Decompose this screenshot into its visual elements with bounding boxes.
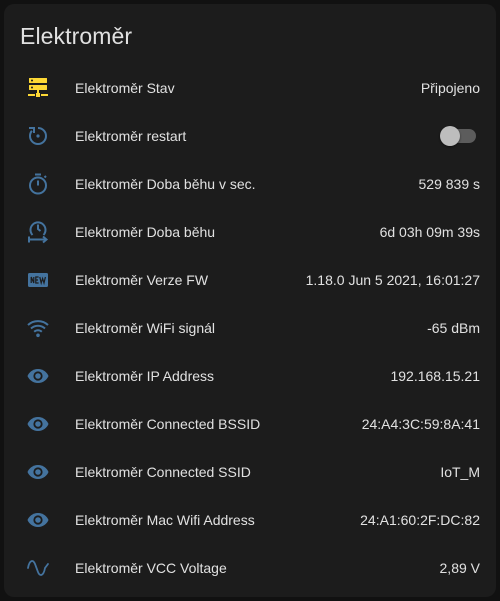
entity-state: IoT_M (440, 464, 480, 480)
entity-state: 1.18.0 Jun 5 2021, 16:01:27 (305, 272, 480, 288)
timer-icon (26, 172, 50, 196)
entity-row-restart[interactable]: Elektroměr restart (4, 112, 496, 160)
entity-row-stav[interactable]: Elektroměr Stav Připojeno (4, 64, 496, 112)
entity-label: Elektroměr Connected BSSID (75, 416, 261, 432)
entity-row-bssid[interactable]: Elektroměr Connected BSSID 24:A4:3C:59:8… (4, 400, 496, 448)
card-title: Elektroměr (20, 23, 133, 49)
entity-label: Elektroměr Connected SSID (75, 464, 251, 480)
entity-state: 2,89 V (439, 560, 480, 576)
entity-state: 24:A1:60:2F:DC:82 (360, 512, 480, 528)
entity-label: Elektroměr restart (75, 128, 187, 144)
entity-list: Elektroměr Stav Připojeno Elektroměr res… (4, 64, 496, 592)
entity-state: Připojeno (420, 80, 480, 96)
wifi-icon (26, 316, 50, 340)
eye-icon (26, 508, 50, 532)
entity-label: Elektroměr Mac Wifi Address (75, 512, 255, 528)
entity-label: Elektroměr Doba běhu v sec. (75, 176, 256, 192)
entity-label: Elektroměr Doba běhu (75, 224, 216, 240)
new-box-icon (26, 268, 50, 292)
entity-state: 192.168.15.21 (390, 368, 480, 384)
entity-state: 24:A4:3C:59:8A:41 (361, 416, 480, 432)
entity-row-vcc-voltage[interactable]: Elektroměr VCC Voltage 2,89 V (4, 544, 496, 592)
entity-label: Elektroměr WiFi signál (75, 320, 216, 336)
entity-label: Elektroměr IP Address (75, 368, 215, 384)
entity-label: Elektroměr VCC Voltage (75, 560, 227, 576)
entity-row-ssid[interactable]: Elektroměr Connected SSID IoT_M (4, 448, 496, 496)
entity-row-ip-address[interactable]: Elektroměr IP Address 192.168.15.21 (4, 352, 496, 400)
entities-card: Elektroměr Elektroměr Stav Připojeno Ele… (4, 4, 496, 597)
entity-label: Elektroměr Stav (75, 80, 175, 96)
restart-icon (26, 124, 50, 148)
toggle-knob (440, 126, 460, 146)
entity-state: 6d 03h 09m 39s (379, 224, 480, 240)
entity-row-fw[interactable]: Elektroměr Verze FW 1.18.0 Jun 5 2021, 1… (4, 256, 496, 304)
eye-icon (26, 412, 50, 436)
sine-wave-icon (26, 556, 50, 580)
entity-row-mac-address[interactable]: Elektroměr Mac Wifi Address 24:A1:60:2F:… (4, 496, 496, 544)
restart-toggle[interactable] (440, 126, 476, 146)
entity-label: Elektroměr Verze FW (75, 272, 209, 288)
entity-state: 529 839 s (418, 176, 481, 192)
entity-row-uptime[interactable]: Elektroměr Doba běhu 6d 03h 09m 39s (4, 208, 496, 256)
eye-icon (26, 364, 50, 388)
server-network-icon (26, 76, 50, 100)
entity-row-wifi-signal[interactable]: Elektroměr WiFi signál -65 dBm (4, 304, 496, 352)
eye-icon (26, 460, 50, 484)
entity-row-uptime-sec[interactable]: Elektroměr Doba běhu v sec. 529 839 s (4, 160, 496, 208)
entity-state: -65 dBm (427, 320, 480, 336)
clock-start-icon (26, 220, 50, 244)
